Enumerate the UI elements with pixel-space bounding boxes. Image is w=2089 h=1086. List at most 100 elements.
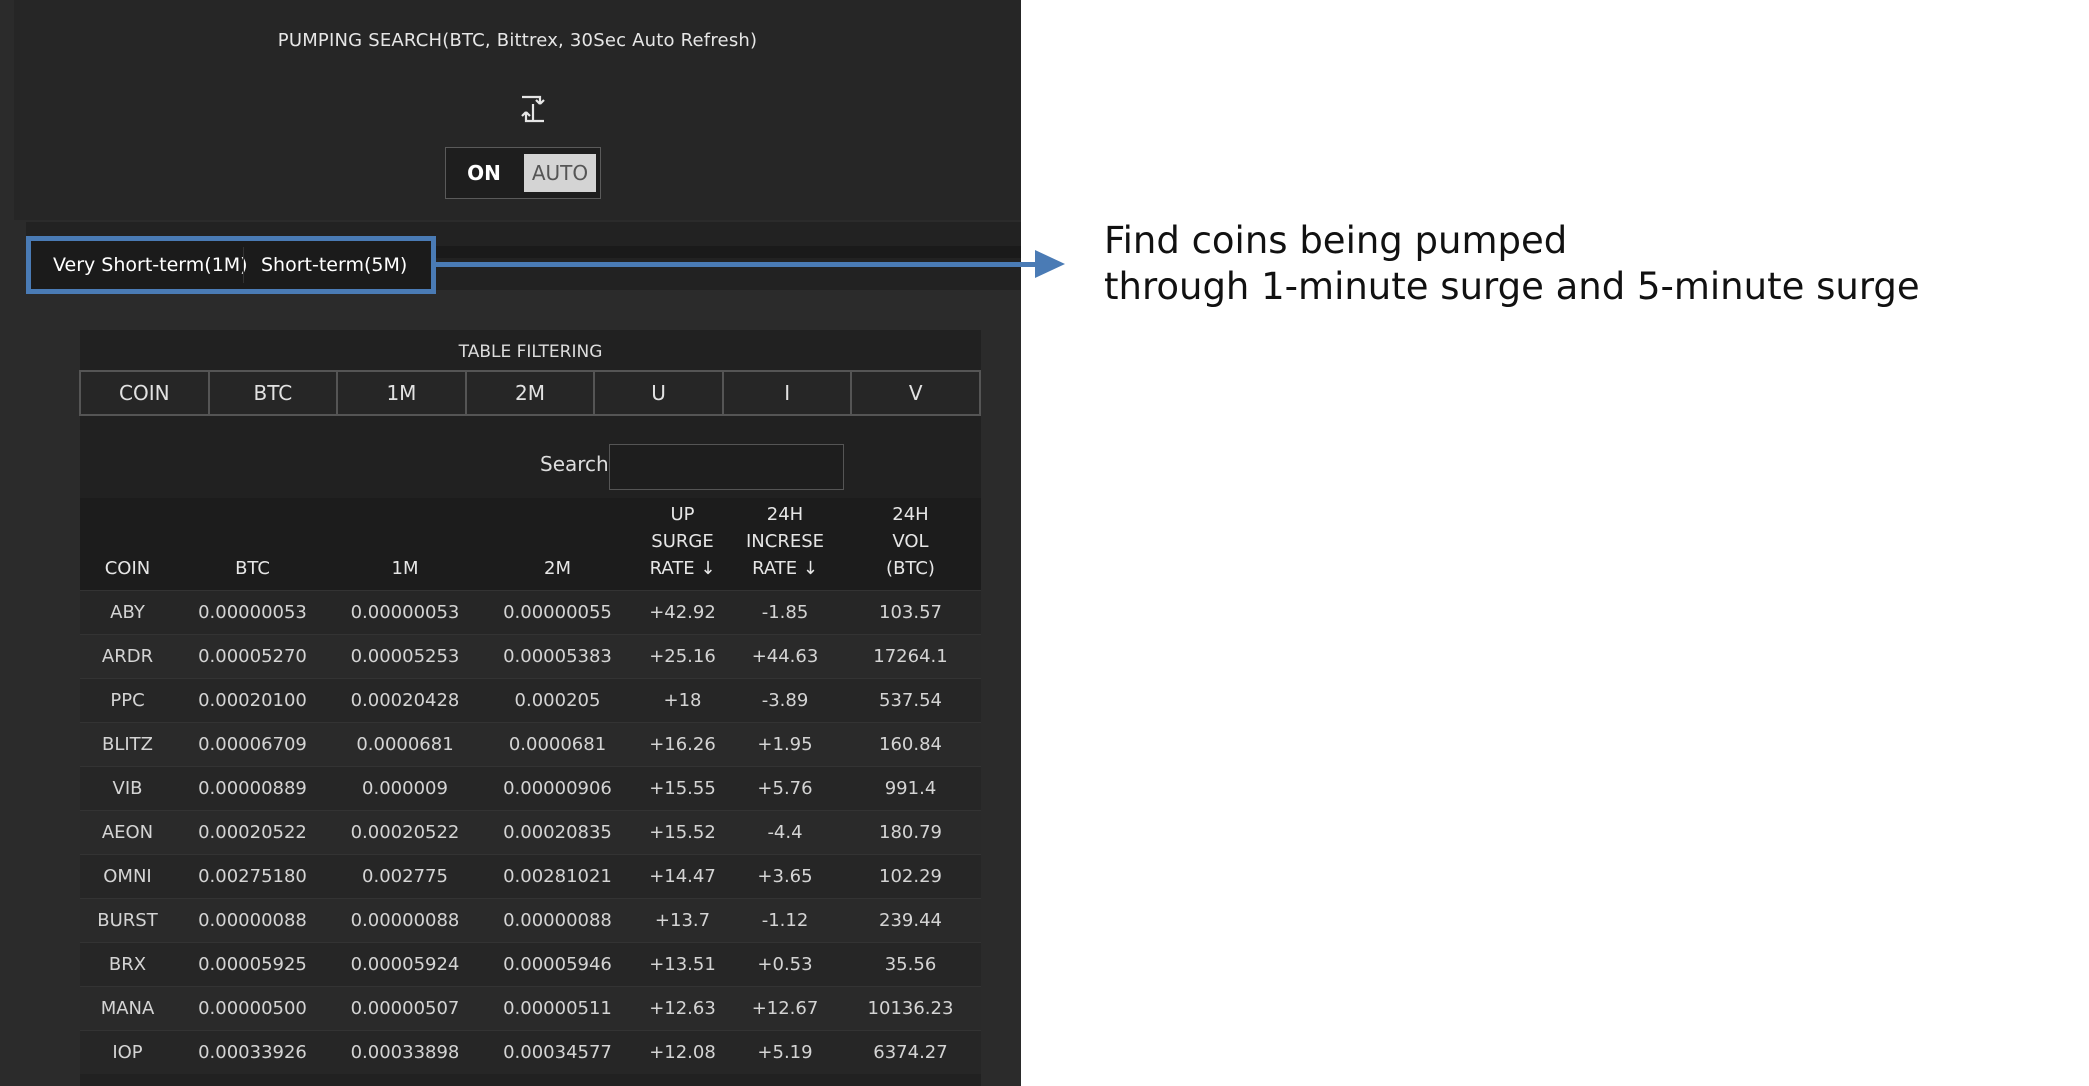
toggle-on-label[interactable]: ON [446, 148, 522, 198]
table-row[interactable]: IOP 0.00033926 0.00033898 0.00034577 +12.08 +… [80, 1029, 981, 1074]
table-row[interactable]: BRX 0.00005925 0.00005924 0.00005946 +13.51 +… [80, 941, 981, 986]
table-row[interactable]: ARDR 0.00005270 0.00005253 0.00005383 +25.16… [80, 633, 981, 678]
cell-24h-vol: 991.4 [840, 765, 981, 810]
callout-arrow-line [436, 262, 1036, 267]
app-panel: PUMPING SEARCH(BTC, Bittrex, 30Sec Auto … [0, 0, 1021, 1086]
coins-table: COIN BTC 1M 2M UP SURGE RATE ↓ 24H INCRE… [80, 498, 981, 1074]
table-row[interactable]: VIB 0.00000889 0.000009 0.00000906 +15.55 +5.… [80, 765, 981, 810]
filter-i-button[interactable]: I [721, 370, 853, 416]
cell-coin: BRX [80, 941, 175, 986]
cell-24h-increase-rate: +1.95 [730, 721, 840, 766]
col-header-coin-label: COIN [104, 557, 151, 579]
cell-24h-vol: 102.29 [840, 853, 981, 898]
callout-arrow-head [1035, 250, 1065, 278]
auto-refresh-toggle[interactable]: ON AUTO [445, 147, 601, 199]
cell-1m: 0.00020428 [330, 677, 480, 722]
tab-short-term[interactable]: Short-term(5M) [261, 241, 407, 289]
up-header-line2: SURGE [651, 530, 714, 552]
filter-v-button[interactable]: V [850, 370, 982, 416]
cell-24h-vol: 10136.23 [840, 985, 981, 1030]
cell-1m: 0.00033898 [330, 1029, 480, 1074]
cell-24h-vol: 537.54 [840, 677, 981, 722]
table-row[interactable]: BLITZ 0.00006709 0.0000681 0.0000681 +16.26 +… [80, 721, 981, 766]
table-row[interactable]: OMNI 0.00275180 0.002775 0.00281021 +14.47 +3… [80, 853, 981, 898]
cell-24h-increase-rate: +44.63 [730, 633, 840, 678]
cell-up-surge-rate: +13.51 [635, 941, 730, 986]
filter-coin-button[interactable]: COIN [79, 370, 210, 416]
inc-header-line1: 24H [766, 503, 804, 525]
table-row[interactable]: PPC 0.00020100 0.00020428 0.000205 +18 -3.89 5… [80, 677, 981, 722]
up-header-line3: RATE ↓ [649, 557, 716, 579]
cell-24h-vol: 239.44 [840, 897, 981, 942]
table-row[interactable]: MANA 0.00000500 0.00000507 0.00000511 +12.63… [80, 985, 981, 1030]
filter-btc-button[interactable]: BTC [207, 370, 339, 416]
cell-1m: 0.00020522 [330, 809, 480, 854]
search-input[interactable] [609, 444, 844, 490]
cell-btc: 0.00275180 [175, 853, 330, 898]
annotation-text: Find coins being pumped through 1-minute… [1104, 218, 1920, 310]
cell-up-surge-rate: +15.55 [635, 765, 730, 810]
cell-2m: 0.00005383 [480, 633, 635, 678]
cell-24h-increase-rate: +12.67 [730, 985, 840, 1030]
col-header-coin[interactable]: COIN [80, 498, 175, 590]
cell-btc: 0.00006709 [175, 721, 330, 766]
cell-coin: IOP [80, 1029, 175, 1074]
cell-1m: 0.002775 [330, 853, 480, 898]
filter-2m-button[interactable]: 2M [464, 370, 596, 416]
cell-24h-increase-rate: +5.76 [730, 765, 840, 810]
cell-coin: ARDR [80, 633, 175, 678]
filter-1m-button[interactable]: 1M [336, 370, 467, 416]
cell-up-surge-rate: +14.47 [635, 853, 730, 898]
stage: PUMPING SEARCH(BTC, Bittrex, 30Sec Auto … [0, 0, 2089, 1086]
refresh-icon[interactable] [516, 92, 550, 126]
cell-24h-vol: 160.84 [840, 721, 981, 766]
table-header-row: COIN BTC 1M 2M UP SURGE RATE ↓ 24H INCRE… [80, 498, 981, 590]
tab-separator [243, 247, 244, 283]
col-header-24h-vol[interactable]: 24H VOL (BTC) [840, 498, 981, 590]
cell-2m: 0.000205 [480, 677, 635, 722]
cell-coin: OMNI [80, 853, 175, 898]
cell-1m: 0.00005253 [330, 633, 480, 678]
toggle-auto-label[interactable]: AUTO [524, 154, 596, 192]
col-header-btc[interactable]: BTC [175, 498, 330, 590]
cell-coin: BLITZ [80, 721, 175, 766]
cell-24h-increase-rate: -1.85 [730, 589, 840, 634]
col-header-up-surge-rate[interactable]: UP SURGE RATE ↓ [635, 498, 730, 590]
up-header-line1: UP [670, 503, 695, 525]
cell-up-surge-rate: +12.08 [635, 1029, 730, 1074]
col-header-2m[interactable]: 2M [480, 498, 635, 590]
cell-2m: 0.0000681 [480, 721, 635, 766]
cell-1m: 0.000009 [330, 765, 480, 810]
cell-24h-vol: 17264.1 [840, 633, 981, 678]
cell-2m: 0.00000088 [480, 897, 635, 942]
cell-btc: 0.00000500 [175, 985, 330, 1030]
cell-2m: 0.00000511 [480, 985, 635, 1030]
col-header-1m[interactable]: 1M [330, 498, 480, 590]
inc-header-line3: RATE ↓ [752, 557, 818, 579]
table-row[interactable]: ABY 0.00000053 0.00000053 0.00000055 +42.92-… [80, 589, 981, 634]
table-row[interactable]: AEON 0.00020522 0.00020522 0.00020835 +15.52… [80, 809, 981, 854]
tab-very-short-term[interactable]: Very Short-term(1M) [53, 241, 248, 289]
tabs-strip [436, 246, 1021, 258]
cell-1m: 0.00000088 [330, 897, 480, 942]
annotation-line-2: through 1-minute surge and 5-minute surg… [1104, 265, 1920, 308]
table-row[interactable]: BURST 0.00000088 0.00000088 0.00000088 +13.7… [80, 897, 981, 942]
cell-coin: ABY [80, 589, 175, 634]
col-header-24h-increase-rate[interactable]: 24H INCRESE RATE ↓ [730, 498, 840, 590]
content-panel: TABLE FILTERING COIN BTC 1M 2M U I V Sea… [79, 330, 982, 1086]
cell-up-surge-rate: +12.63 [635, 985, 730, 1030]
cell-24h-vol: 180.79 [840, 809, 981, 854]
cell-2m: 0.00005946 [480, 941, 635, 986]
cell-coin: MANA [80, 985, 175, 1030]
filter-u-button[interactable]: U [593, 370, 724, 416]
cell-24h-increase-rate: +0.53 [730, 941, 840, 986]
cell-up-surge-rate: +42.92 [635, 589, 730, 634]
cell-2m: 0.00000055 [480, 589, 635, 634]
cell-up-surge-rate: +15.52 [635, 809, 730, 854]
cell-up-surge-rate: +16.26 [635, 721, 730, 766]
cell-2m: 0.00000906 [480, 765, 635, 810]
cell-24h-increase-rate: -4.4 [730, 809, 840, 854]
vol-header-line2: VOL [892, 530, 929, 552]
search-label: Search: [540, 452, 616, 476]
cell-up-surge-rate: +13.7 [635, 897, 730, 942]
